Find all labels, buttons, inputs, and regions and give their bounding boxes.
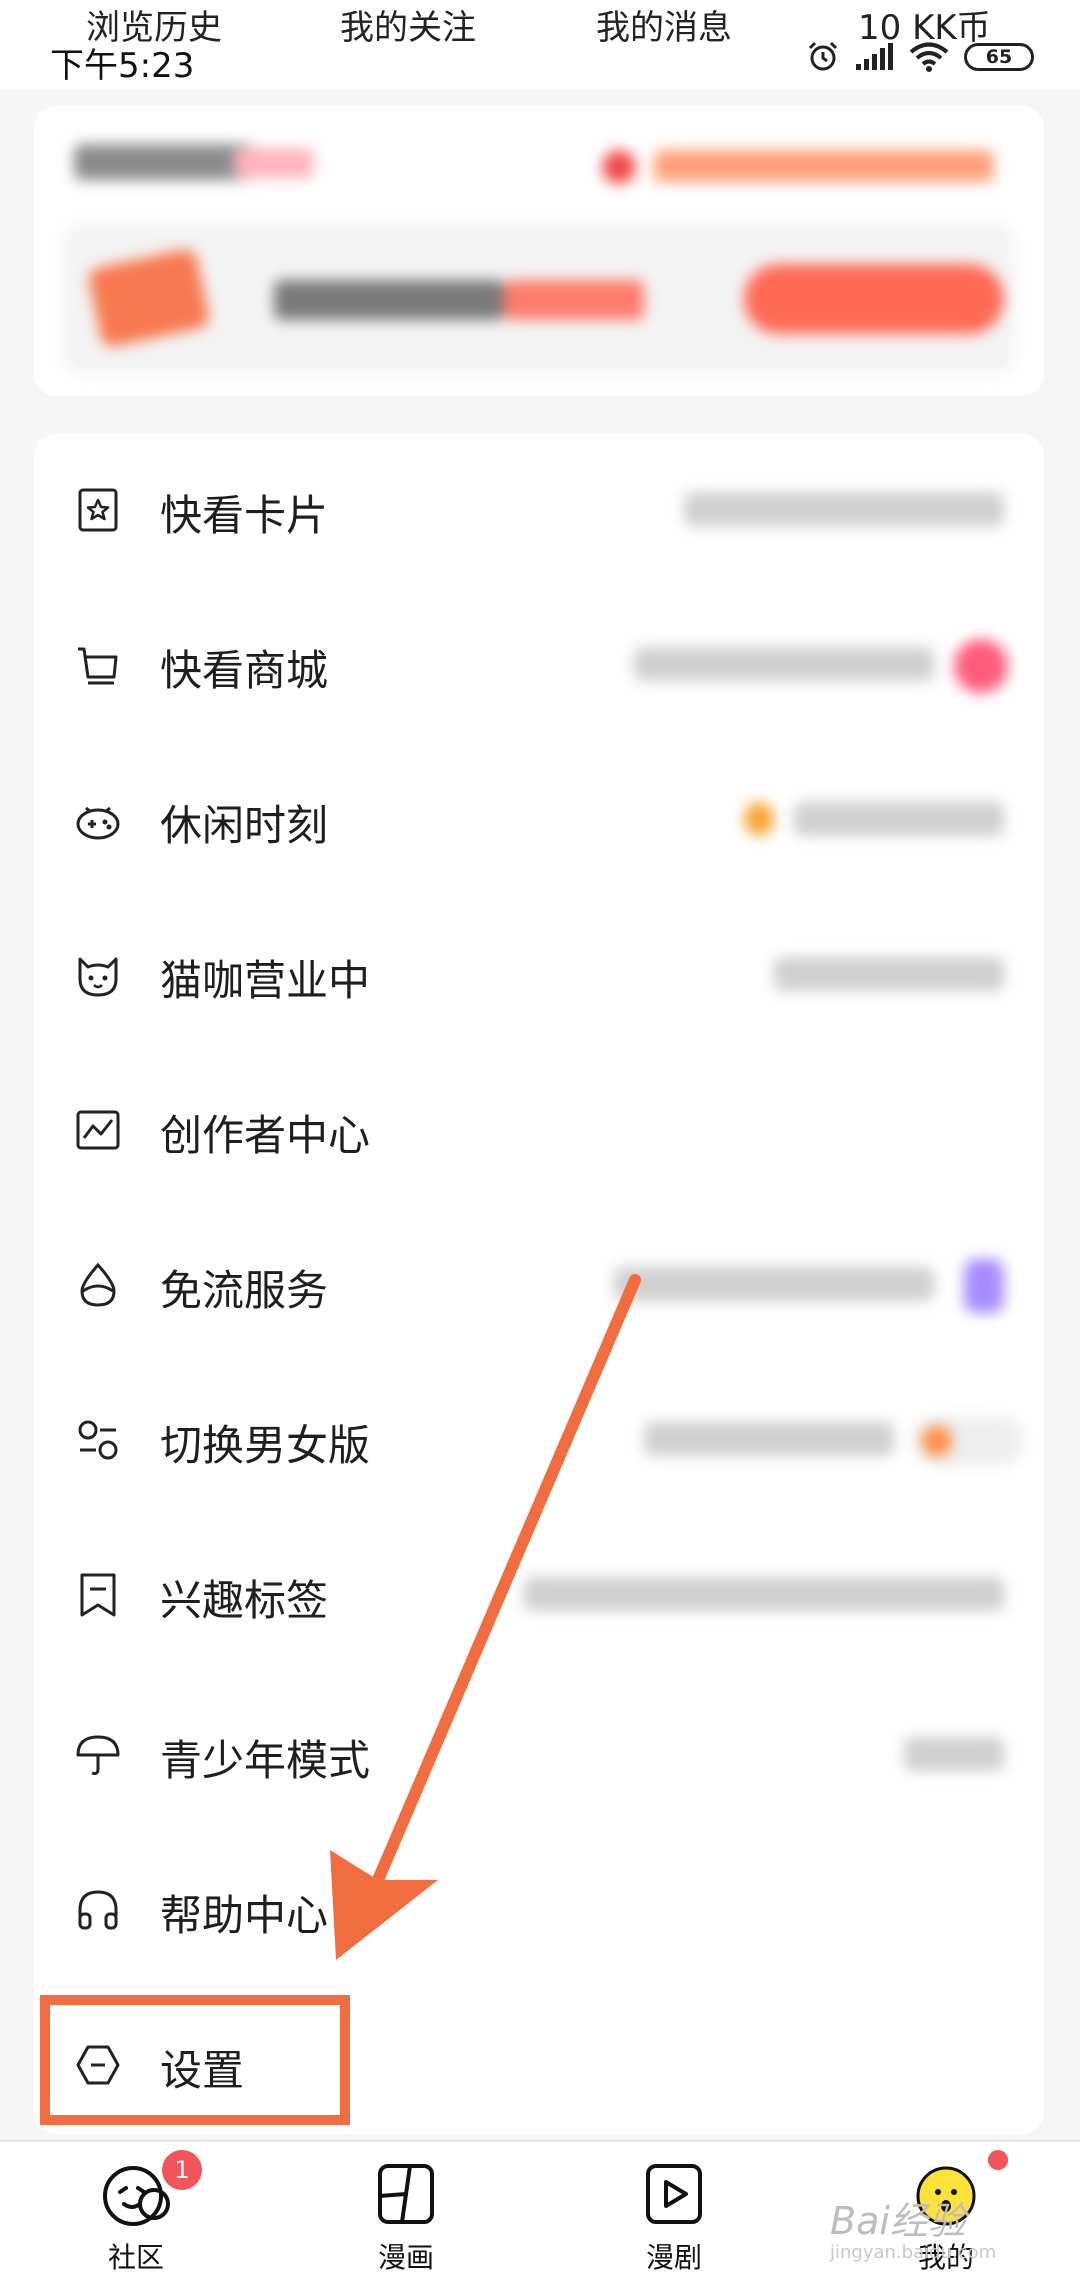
menu-item-label: 设置 xyxy=(160,2046,245,2095)
menu-list: 快看卡片 快看商城 休闲时刻 猫咖营业中 创作者中心 免流服务 切换男女版 兴趣… xyxy=(34,434,1044,2134)
menu-item-help-center[interactable]: 帮助中心 xyxy=(34,1844,1044,1974)
menu-item-kuaikan-card[interactable]: 快看卡片 xyxy=(34,444,1044,574)
comic-panel-icon xyxy=(370,2158,442,2230)
cart-icon xyxy=(74,641,122,689)
my-follows-link[interactable]: 我的关注 xyxy=(340,0,476,49)
menu-item-settings[interactable]: 设置 xyxy=(34,1999,1044,2129)
menu-item-interest-tags[interactable]: 兴趣标签 xyxy=(34,1529,1044,1659)
menu-hint-blurred xyxy=(634,647,934,681)
tag-icon xyxy=(74,1571,122,1619)
menu-item-free-data[interactable]: 免流服务 xyxy=(34,1219,1044,1349)
vip-title-blur xyxy=(74,144,254,180)
menu-hint-blurred xyxy=(614,1267,934,1301)
settings-hexagon-icon xyxy=(74,2041,122,2089)
switch-icon xyxy=(74,1416,122,1464)
menu-hint-blurred xyxy=(644,1422,894,1456)
gender-toggle-knob xyxy=(922,1426,952,1456)
cat-icon xyxy=(74,951,122,999)
menu-item-label: 休闲时刻 xyxy=(160,801,329,850)
menu-item-label: 免流服务 xyxy=(160,1266,329,1315)
nav-comic[interactable]: 漫画 xyxy=(336,2152,476,2280)
menu-hint-blurred xyxy=(684,492,1004,526)
droplet-icon xyxy=(74,1261,122,1309)
alarm-icon xyxy=(808,41,838,71)
battery-indicator: 65 xyxy=(964,43,1034,71)
menu-item-label: 切换男女版 xyxy=(160,1421,371,1470)
chart-icon xyxy=(74,1106,122,1154)
mine-notification-dot xyxy=(988,2150,1008,2170)
menu-hint-blurred xyxy=(524,1577,1004,1611)
play-icon xyxy=(638,2158,710,2230)
status-time: 下午5:23 xyxy=(50,46,195,86)
menu-item-label: 帮助中心 xyxy=(160,1891,329,1940)
wifi-icon xyxy=(909,42,949,72)
menu-hint-blurred xyxy=(794,802,1004,836)
menu-item-label: 兴趣标签 xyxy=(160,1576,329,1625)
nav-label: 漫画 xyxy=(377,2241,434,2274)
status-icons: 65 xyxy=(806,40,1034,74)
vip-promo-blur xyxy=(654,150,994,182)
vip-action-button-blur[interactable] xyxy=(744,264,1004,334)
mall-gift-image xyxy=(954,639,1008,693)
community-badge: 1 xyxy=(162,2150,202,2190)
gamepad-icon xyxy=(74,796,122,844)
watermark-url: jingyan.baidu.com xyxy=(830,2242,997,2263)
card-star-icon xyxy=(74,486,122,534)
menu-hint-blurred xyxy=(904,1737,1004,1771)
menu-item-teen-mode[interactable]: 青少年模式 xyxy=(34,1689,1044,1819)
menu-item-label: 创作者中心 xyxy=(160,1111,371,1160)
top-bar: 浏览历史 我的关注 我的消息 10 KK币 下午5:23 65 xyxy=(0,0,1080,90)
menu-hint-blurred xyxy=(774,957,1004,991)
leisure-fire-image xyxy=(744,802,774,836)
menu-item-gender-switch[interactable]: 切换男女版 xyxy=(34,1374,1044,1504)
vip-promo-dot xyxy=(602,150,636,184)
signal-icon xyxy=(856,43,893,70)
umbrella-icon xyxy=(74,1731,122,1779)
vip-banner-blurred[interactable] xyxy=(64,224,1014,374)
menu-item-label: 快看商城 xyxy=(160,646,329,695)
page: 浏览历史 我的关注 我的消息 10 KK币 下午5:23 65 快看卡片 快看商… xyxy=(0,0,1080,2280)
vip-banner-text-blur xyxy=(274,280,504,320)
menu-item-creator-center[interactable]: 创作者中心 xyxy=(34,1064,1044,1194)
vip-card[interactable] xyxy=(34,106,1044,396)
menu-item-label: 青少年模式 xyxy=(160,1736,371,1785)
vip-banner-highlight-blur xyxy=(504,280,644,320)
nav-community[interactable]: 1 社区 xyxy=(66,2150,206,2280)
menu-item-leisure[interactable]: 休闲时刻 xyxy=(34,754,1044,884)
menu-item-label: 快看卡片 xyxy=(160,491,329,540)
headphones-icon xyxy=(74,1886,122,1934)
watermark-logo: Bai经验 xyxy=(830,2199,966,2243)
menu-item-cat-cafe[interactable]: 猫咖营业中 xyxy=(34,909,1044,1039)
menu-item-mall[interactable]: 快看商城 xyxy=(34,599,1044,729)
vip-subtitle-blur xyxy=(234,148,314,178)
nav-drama[interactable]: 漫剧 xyxy=(604,2152,744,2280)
my-messages-link[interactable]: 我的消息 xyxy=(596,0,732,49)
free-data-badge-image xyxy=(964,1259,1004,1313)
vip-ticket-image xyxy=(86,247,212,349)
nav-label: 漫剧 xyxy=(645,2241,702,2274)
nav-label: 社区 xyxy=(107,2241,164,2274)
menu-item-label: 猫咖营业中 xyxy=(160,956,371,1005)
vip-header-blurred xyxy=(74,144,1014,184)
